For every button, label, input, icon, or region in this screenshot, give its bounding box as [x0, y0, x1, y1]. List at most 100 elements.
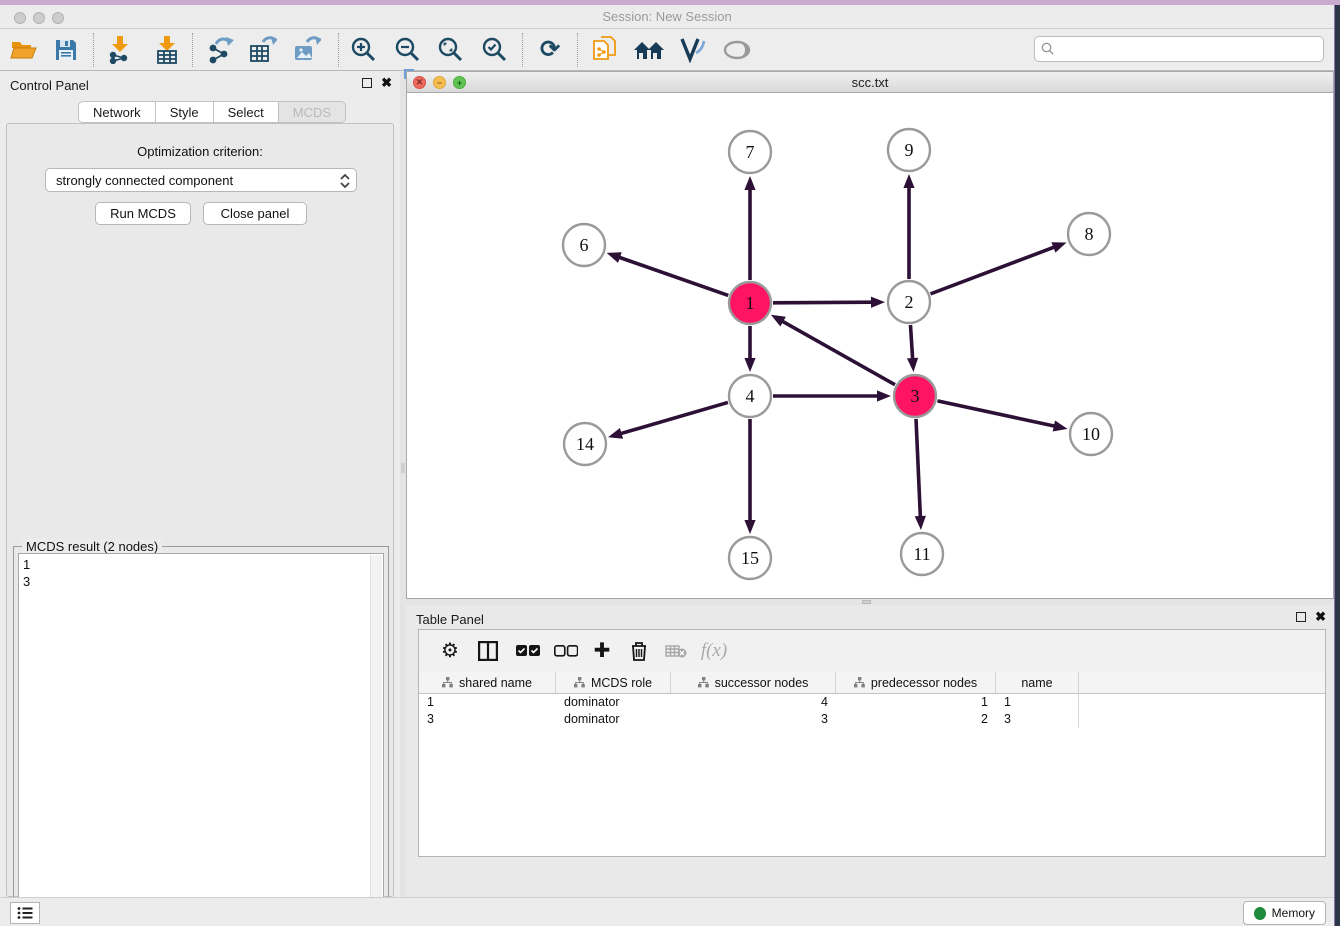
optimization-criterion-select[interactable]: strongly connected component — [45, 168, 357, 192]
two-houses-icon — [633, 38, 665, 62]
refresh-layout-button[interactable]: ⟳ — [530, 32, 570, 68]
close-panel-button[interactable]: Close panel — [203, 202, 307, 225]
table-cell[interactable]: dominator — [556, 694, 671, 711]
graph-edge-2-3[interactable] — [910, 325, 912, 360]
list-icon — [17, 906, 33, 920]
result-line: 1 — [23, 556, 379, 573]
zoom-out-icon — [393, 36, 421, 64]
delete-column-button[interactable] — [622, 634, 656, 668]
float-panel-icon[interactable] — [1296, 612, 1306, 622]
splitter-handle[interactable] — [862, 600, 871, 604]
splitter-handle[interactable] — [401, 463, 405, 473]
zoom-in-button[interactable] — [343, 32, 383, 68]
graph-edge-4-14[interactable] — [620, 402, 728, 434]
toggle-visibility-button[interactable] — [717, 32, 757, 68]
zoom-selected-button[interactable] — [474, 32, 514, 68]
graph-edge-1-2[interactable] — [773, 302, 873, 303]
table-cell[interactable]: 1 — [996, 694, 1079, 711]
zoom-fit-icon — [436, 36, 464, 64]
result-line: 3 — [23, 573, 379, 590]
result-scrollbar[interactable] — [370, 555, 382, 911]
graph-edge-arrowhead — [903, 174, 914, 188]
column-header-shared-name[interactable]: shared name — [419, 672, 556, 693]
table-cell[interactable]: dominator — [556, 711, 671, 728]
search-field-wrap — [1034, 36, 1324, 62]
export-image-button[interactable] — [287, 32, 327, 68]
table-cell[interactable]: 1 — [836, 694, 996, 711]
table-cell[interactable]: 3 — [996, 711, 1079, 728]
graph-edge-3-10[interactable] — [937, 401, 1055, 427]
memory-button[interactable]: Memory — [1243, 901, 1326, 925]
node-table: shared nameMCDS role successor nodes prede… — [419, 672, 1325, 856]
run-mcds-button[interactable]: Run MCDS — [95, 202, 191, 225]
table-cell[interactable]: 2 — [836, 711, 996, 728]
graph-edge-arrowhead — [607, 252, 622, 263]
function-builder-button[interactable]: f(x) — [697, 634, 731, 668]
toggle-style-button[interactable] — [672, 32, 712, 68]
graph-edge-arrowhead — [771, 315, 786, 327]
close-panel-icon[interactable]: ✖ — [1315, 612, 1326, 622]
column-header-name[interactable]: name — [996, 672, 1079, 693]
graph-node-label: 1 — [746, 293, 755, 313]
delete-table-button[interactable] — [659, 634, 693, 668]
network-canvas[interactable]: 1234678910111415 — [407, 93, 1333, 598]
import-network-button[interactable] — [100, 32, 140, 68]
zoom-fit-button[interactable] — [430, 32, 470, 68]
graph-edge-1-6[interactable] — [618, 257, 728, 296]
graph-node-label: 7 — [746, 142, 755, 162]
graph-edge-3-11[interactable] — [916, 419, 920, 518]
graph-edge-3-1[interactable] — [781, 321, 895, 385]
status-bar: Memory — [0, 897, 1334, 926]
table-cell[interactable]: 3 — [671, 711, 836, 728]
show-column-pane-button[interactable] — [471, 634, 505, 668]
toolbar-separator — [93, 33, 94, 67]
screen: Session: New Session — [0, 0, 1340, 926]
table-cell[interactable]: 3 — [419, 711, 556, 728]
task-history-button[interactable] — [10, 902, 40, 924]
add-column-button[interactable]: ✚ — [585, 634, 619, 668]
optimization-criterion-label: Optimization criterion: — [7, 144, 393, 159]
close-panel-icon[interactable]: ✖ — [381, 78, 392, 88]
float-panel-icon[interactable] — [362, 78, 372, 88]
export-table-button[interactable] — [243, 32, 283, 68]
select-all-columns-button[interactable] — [511, 634, 545, 668]
tab-mcds[interactable]: MCDS — [279, 101, 346, 123]
control-panel-header: Control Panel ✖ — [0, 71, 400, 97]
window-titlebar: Session: New Session — [0, 5, 1334, 29]
tab-select[interactable]: Select — [214, 101, 279, 123]
table-cell[interactable]: 4 — [671, 694, 836, 711]
table-settings-button[interactable]: ⚙ — [433, 634, 467, 668]
save-session-button[interactable] — [46, 32, 86, 68]
search-input[interactable] — [1034, 36, 1324, 62]
table-header-row: shared nameMCDS role successor nodes prede… — [419, 672, 1325, 694]
column-header-label: successor nodes — [715, 676, 809, 690]
export-image-icon — [293, 36, 321, 64]
import-table-button[interactable] — [147, 32, 187, 68]
gear-icon: ⚙ — [441, 641, 459, 661]
column-header-MCDS-role[interactable]: MCDS role — [556, 672, 671, 693]
column-pane-icon — [478, 641, 498, 661]
export-network-button[interactable] — [200, 32, 240, 68]
network-window-titlebar: ✕ − + scc.txt — [407, 72, 1333, 93]
table-row[interactable]: 3dominator323 — [419, 711, 1325, 728]
clone-network-button[interactable] — [585, 32, 625, 68]
table-row[interactable]: 1dominator411 — [419, 694, 1325, 711]
table-cell[interactable]: 1 — [419, 694, 556, 711]
optimization-criterion-value: strongly connected component — [56, 173, 233, 188]
control-panel-title: Control Panel — [10, 78, 89, 93]
mcds-result-text[interactable]: 1 3 — [18, 553, 384, 913]
tab-network[interactable]: Network — [78, 101, 156, 123]
column-header-successor-nodes[interactable]: successor nodes — [671, 672, 836, 693]
tab-style[interactable]: Style — [156, 101, 214, 123]
search-icon — [1041, 42, 1055, 56]
memory-status-icon — [1254, 907, 1266, 920]
cybrowser-home-button[interactable] — [629, 32, 669, 68]
import-table-icon — [155, 36, 179, 64]
column-header-predecessor-nodes[interactable]: predecessor nodes — [836, 672, 996, 693]
mcds-panel: Optimization criterion: strongly connect… — [6, 123, 394, 897]
graph-edge-2-8[interactable] — [931, 247, 1056, 294]
save-floppy-icon — [54, 38, 78, 62]
zoom-out-button[interactable] — [387, 32, 427, 68]
open-file-button[interactable] — [4, 32, 44, 68]
unselect-all-columns-button[interactable] — [549, 634, 583, 668]
